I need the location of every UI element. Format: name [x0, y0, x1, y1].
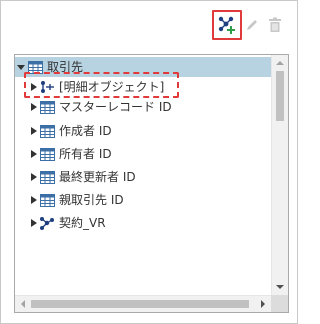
tree-item-last-modified-by-id[interactable]: 最終更新者 ID	[27, 167, 271, 187]
vertical-scroll-thumb[interactable]	[276, 71, 284, 121]
table-icon	[39, 147, 55, 161]
expand-caret-icon[interactable]	[27, 219, 39, 227]
expand-caret-icon[interactable]	[27, 173, 39, 181]
horizontal-scrollbar[interactable]	[15, 295, 271, 312]
scroll-down-arrow-icon[interactable]	[272, 279, 288, 295]
collapse-caret-icon[interactable]	[15, 63, 27, 71]
detail-relationship-icon	[39, 80, 55, 94]
scroll-right-arrow-icon[interactable]	[255, 296, 271, 312]
relationship-panel: 取引先 [明細オブジェクト] マスターレコード ID 作成者 ID 所有者 ID…	[0, 0, 298, 324]
edit-button[interactable]	[242, 10, 262, 40]
trash-icon	[269, 17, 281, 32]
tree-item-label: 最終更新者 ID	[59, 170, 136, 184]
tree-content: 取引先 [明細オブジェクト] マスターレコード ID 作成者 ID 所有者 ID…	[15, 55, 271, 295]
toolbar	[1, 1, 297, 45]
tree-item-owner-id[interactable]: 所有者 ID	[27, 144, 271, 164]
table-icon	[39, 100, 55, 114]
horizontal-scroll-thumb[interactable]	[31, 300, 249, 308]
tree-item-label: 契約_VR	[59, 216, 106, 230]
table-icon	[39, 170, 55, 184]
expand-caret-icon[interactable]	[27, 103, 39, 111]
tree-item-label: [明細オブジェクト]	[59, 80, 165, 94]
delete-button[interactable]	[265, 10, 285, 40]
tree-item-label: 親取引先 ID	[59, 193, 124, 207]
tree-item-contract-vr[interactable]: 契約_VR	[27, 213, 271, 233]
tree-item-master-record-id[interactable]: マスターレコード ID	[27, 97, 271, 117]
add-relationship-button[interactable]	[212, 10, 242, 40]
tree-item-label: マスターレコード ID	[59, 100, 172, 114]
table-icon	[39, 193, 55, 207]
expand-caret-icon[interactable]	[27, 127, 39, 135]
tree-item-created-by-id[interactable]: 作成者 ID	[27, 121, 271, 141]
expand-caret-icon[interactable]	[27, 196, 39, 204]
scroll-left-arrow-icon[interactable]	[15, 296, 31, 312]
expand-caret-icon[interactable]	[27, 150, 39, 158]
expand-caret-icon[interactable]	[27, 83, 39, 91]
relationship-icon	[39, 216, 55, 230]
pencil-icon	[247, 20, 257, 30]
tree-item-label: 所有者 ID	[59, 147, 112, 161]
scroll-up-arrow-icon[interactable]	[272, 55, 288, 71]
tree-item-label: 作成者 ID	[59, 124, 112, 138]
add-relationship-icon	[218, 16, 235, 34]
scrollbar-corner	[271, 295, 288, 312]
tree-item-parent-account-id[interactable]: 親取引先 ID	[27, 190, 271, 210]
tree-item-detail-object[interactable]: [明細オブジェクト]	[27, 77, 271, 97]
object-tree: 取引先 [明細オブジェクト] マスターレコード ID 作成者 ID 所有者 ID…	[14, 54, 289, 313]
table-icon	[39, 124, 55, 138]
vertical-scrollbar[interactable]	[271, 55, 288, 295]
